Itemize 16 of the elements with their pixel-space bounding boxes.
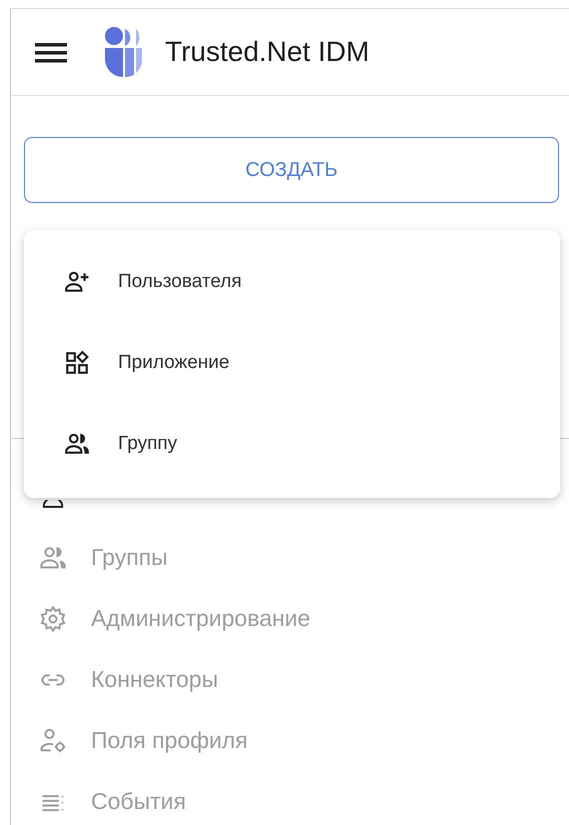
person-gear-icon	[39, 726, 67, 754]
sidebar-item[interactable]: События	[11, 771, 569, 825]
sidebar-item[interactable]: Администрирование	[11, 588, 569, 649]
app-title: Trusted.Net IDM	[165, 36, 370, 68]
sidebar-item[interactable]: Коннекторы	[11, 649, 569, 710]
person-plus-icon	[64, 268, 90, 294]
group-icon	[64, 430, 90, 456]
menu-item[interactable]: Приложение	[24, 322, 560, 403]
sidebar-item[interactable]: Группы	[11, 527, 569, 588]
menu-icon[interactable]	[35, 42, 67, 64]
settings-icon	[39, 604, 67, 632]
apps-icon	[64, 350, 90, 376]
create-button[interactable]: СОЗДАТЬ	[24, 137, 559, 203]
sidebar-item[interactable]: Поля профиля	[11, 710, 569, 771]
menu-item[interactable]: Группу	[24, 403, 560, 484]
menu-item[interactable]: Пользователя	[24, 241, 560, 322]
